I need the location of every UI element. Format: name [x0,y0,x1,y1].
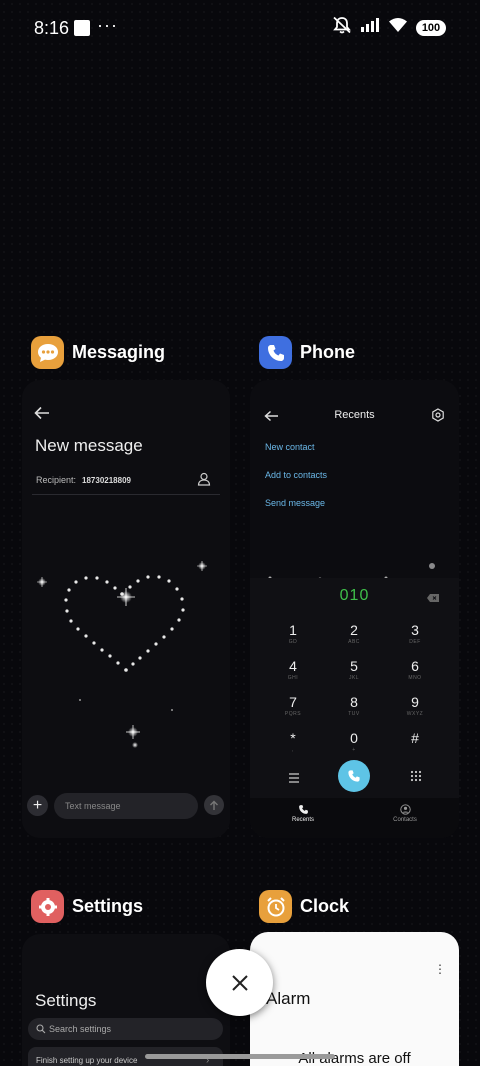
more-notifications-icon: ··· [97,15,118,35]
clear-all-button[interactable] [206,949,273,1016]
dialpad: 010 1 GD 2 ABC 3 DEF 4 GHI 5 JKL 6 MNO 7 PQRS 8… [250,578,459,838]
call-button[interactable] [338,760,370,792]
finish-setup-label: Finish setting up your device [36,1056,138,1065]
app-header-clock[interactable]: Clock [259,890,349,923]
app-header-settings[interactable]: Settings [31,890,143,923]
home-indicator[interactable] [145,1054,335,1059]
wifi-icon [388,17,408,38]
settings-card[interactable]: Settings Search settings Finish setting … [22,934,230,1066]
dial-key-7[interactable]: 7 PQRS [263,694,323,717]
alarm-title: Alarm [266,989,311,1008]
compose-bar: + Text message [22,790,230,826]
tab-recents-label: Recents [291,817,314,823]
settings-gear-icon[interactable] [431,408,445,427]
phone-tab-bar: Recents Contacts [250,798,459,838]
tab-contacts-label: Contacts [393,817,417,823]
signal-icon [360,17,380,38]
contact-picker-icon[interactable] [197,472,211,491]
phone-app-name: Phone [300,342,356,362]
divider [32,494,220,495]
messaging-app-icon[interactable] [31,336,64,369]
dial-key-8[interactable]: 8 TUV [324,694,384,717]
send-button[interactable] [204,795,224,815]
messaging-app-name: Messaging [72,342,166,362]
menu-icon[interactable] [288,770,300,788]
recents-title: Recents [334,409,375,421]
recipient-row[interactable]: Recipient: 18730218809 [36,475,131,485]
dial-key-0[interactable]: 0 + [324,730,384,753]
recipient-label: Recipient: [36,475,77,485]
phone-app-icon[interactable] [259,336,292,369]
phone-card[interactable]: Recents New contact Add to contacts Send… [250,380,459,838]
dial-key-hash[interactable]: # [385,730,445,747]
tab-recents[interactable]: Recents [273,804,333,823]
settings-app-icon[interactable] [31,890,64,923]
app-header-phone[interactable]: Phone [259,336,355,369]
search-placeholder: Search settings [49,1024,112,1034]
mute-icon [332,16,352,39]
status-time: 8:16 [34,18,70,38]
add-attachment-button[interactable]: + [27,795,48,816]
app-header-messaging[interactable]: Messaging [31,336,165,369]
notification-square-icon [74,20,90,36]
battery-icon: 100 [416,19,446,36]
add-to-contacts-link[interactable]: Add to contacts [265,470,327,480]
clock-card[interactable]: ⋮ Alarm All alarms are off [250,932,459,1066]
tab-contacts[interactable]: Contacts [375,804,435,823]
heart-wallpaper-image [37,561,207,748]
dial-key-star[interactable]: *, [263,730,323,753]
back-arrow-icon[interactable] [34,406,50,425]
settings-app-name: Settings [72,896,144,916]
clock-app-icon[interactable] [259,890,292,923]
backspace-icon[interactable] [426,590,440,608]
clock-app-name: Clock [300,896,350,916]
search-settings-input[interactable]: Search settings [28,1018,223,1040]
dial-key-3[interactable]: 3 DEF [385,622,445,645]
text-message-input[interactable]: Text message [54,793,198,819]
contacts-icon [399,804,411,815]
dialpad-toggle-icon[interactable] [410,769,422,787]
dial-key-5[interactable]: 5 JKL [324,658,384,681]
dial-key-2[interactable]: 2 ABC [324,622,384,645]
phone-icon [298,805,308,814]
recipient-value[interactable]: 18730218809 [82,476,131,485]
dial-key-9[interactable]: 9 WXYZ [385,694,445,717]
send-message-link[interactable]: Send message [265,498,325,508]
dial-key-6[interactable]: 6 MNO [385,658,445,681]
status-bar: 8:16 ··· 100 [0,0,480,56]
settings-title: Settings [35,991,97,1010]
messaging-card[interactable]: New message Recipient: 18730218809 + Tex… [22,380,230,838]
search-icon [36,1024,46,1034]
more-options-icon[interactable]: ⋮ [434,962,446,976]
dial-key-4[interactable]: 4 GHI [263,658,323,681]
new-contact-link[interactable]: New contact [265,442,315,452]
new-message-title: New message [35,436,143,455]
dial-key-1[interactable]: 1 GD [263,622,323,645]
close-icon [231,974,248,991]
